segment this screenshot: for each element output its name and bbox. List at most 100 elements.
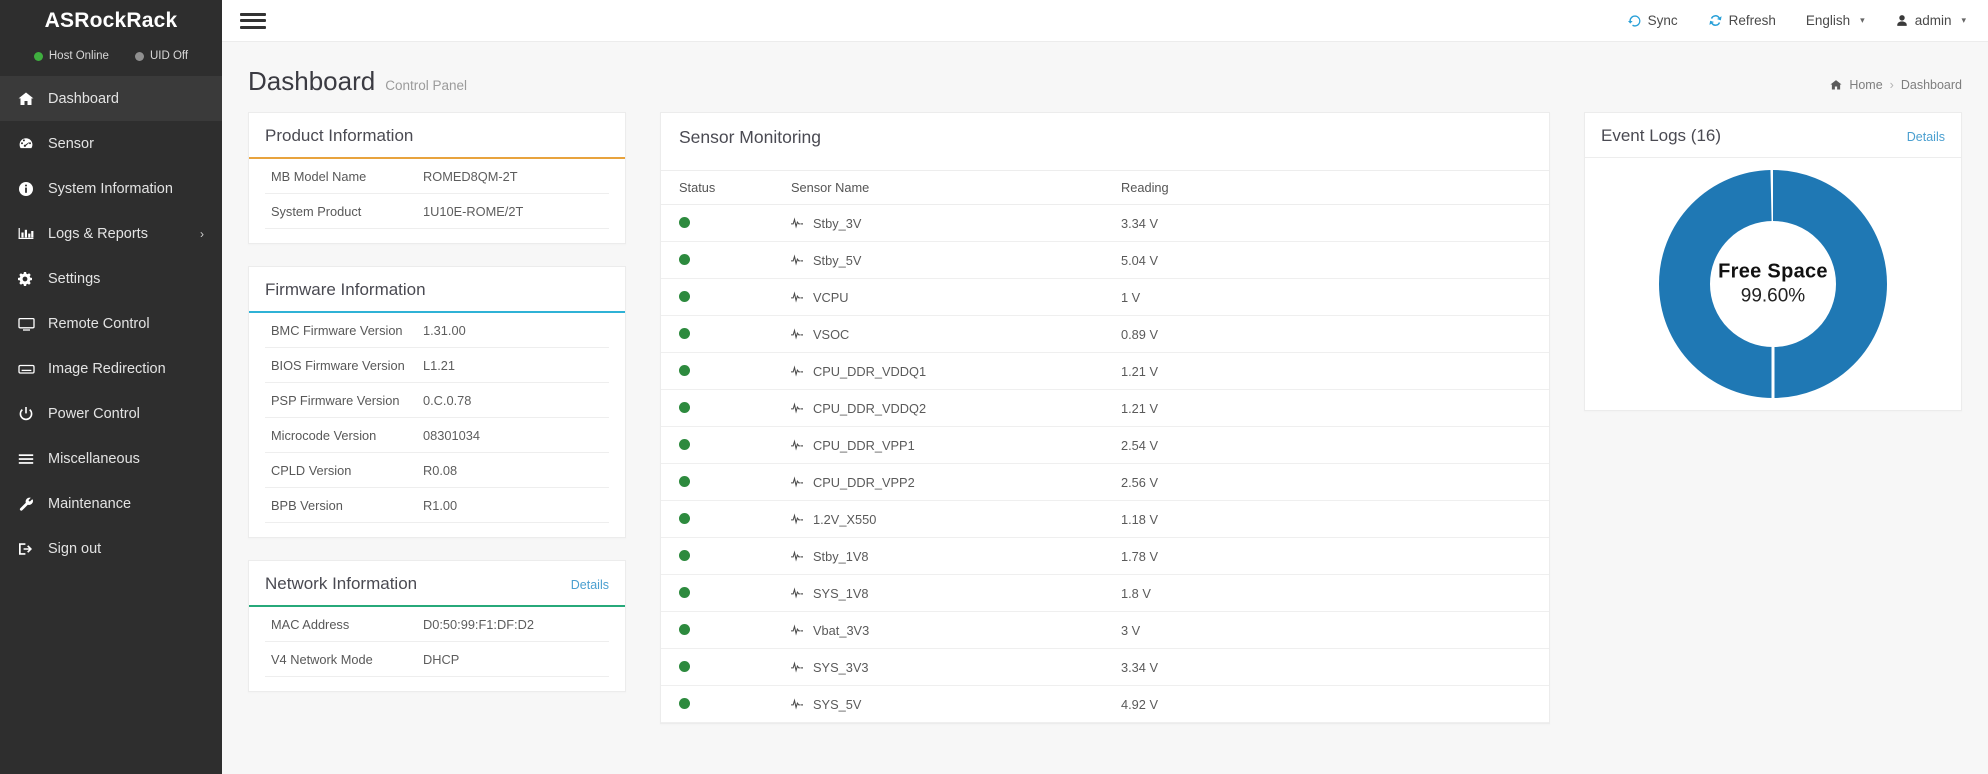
sensor-name-cell: Stby_1V8 <box>791 538 1121 575</box>
sensor-reading-label: 1.21 V <box>1121 401 1158 416</box>
sensor-name-wrap: Stby_5V <box>791 253 1121 268</box>
disk-icon <box>18 361 44 377</box>
table-row[interactable]: 1.2V_X5501.18 V <box>661 501 1549 538</box>
sidebar-item-dashboard[interactable]: Dashboard <box>0 76 222 121</box>
table-row[interactable]: Vbat_3V33 V <box>661 612 1549 649</box>
user-menu[interactable]: admin ▾ <box>1895 13 1966 28</box>
sensor-reading-cell: 1.21 V <box>1121 390 1549 427</box>
sensor-status-cell <box>661 538 791 575</box>
status-dot-icon <box>679 624 690 635</box>
product-information-header: Product Information <box>249 113 625 159</box>
sensor-status-cell <box>661 427 791 464</box>
network-details-link[interactable]: Details <box>571 578 609 592</box>
table-row: MB Model Name ROMED8QM-2T <box>265 159 609 194</box>
row-key: PSP Firmware Version <box>265 393 423 408</box>
sensor-reading-cell: 3.34 V <box>1121 649 1549 686</box>
row-key: BMC Firmware Version <box>265 323 423 338</box>
sensor-name-label: VSOC <box>813 327 849 342</box>
sensor-name-cell: Stby_3V <box>791 205 1121 242</box>
row-key: MAC Address <box>265 617 423 632</box>
table-row[interactable]: VSOC 0.89 V <box>661 316 1549 353</box>
sidebar-item-settings[interactable]: Settings <box>0 256 222 301</box>
table-row[interactable]: Stby_1V81.78 V <box>661 538 1549 575</box>
sidebar-item-miscellaneous[interactable]: Miscellaneous <box>0 436 222 481</box>
right-column: Event Logs (16) Details Free Space 99.60… <box>1584 112 1962 774</box>
sensor-name-cell: Stby_5V <box>791 242 1121 279</box>
sidebar-item-power-control[interactable]: Power Control <box>0 391 222 436</box>
sidebar-item-remote-control[interactable]: Remote Control <box>0 301 222 346</box>
status-dot-icon <box>679 476 690 487</box>
table-row[interactable]: CPU_DDR_VPP12.54 V <box>661 427 1549 464</box>
sensor-name-wrap: 1.2V_X550 <box>791 512 1121 527</box>
breadcrumb-home[interactable]: Home <box>1849 79 1882 92</box>
card-title: Sensor Monitoring <box>679 127 1531 148</box>
table-row: Microcode Version 08301034 <box>265 418 609 453</box>
table-row[interactable]: SYS_3V33.34 V <box>661 649 1549 686</box>
status-dot-icon <box>679 661 690 672</box>
column-header-reading: Reading <box>1121 171 1549 205</box>
table-row[interactable]: SYS_1V81.8 V <box>661 575 1549 612</box>
sensor-name-label: Stby_3V <box>813 216 861 231</box>
sensor-reading-cell: 0.89 V <box>1121 316 1549 353</box>
sidebar-item-system-information[interactable]: System Information <box>0 166 222 211</box>
middle-column: Sensor Monitoring Status Sensor Name Rea… <box>660 112 1550 774</box>
event-logs-details-link[interactable]: Details <box>1907 130 1945 144</box>
status-dot-green-icon <box>34 52 43 61</box>
main-content: Sync Refresh English ▾ admin ▾ <box>222 0 1988 774</box>
table-row[interactable]: Stby_5V5.04 V <box>661 242 1549 279</box>
sensor-reading-cell: 1.78 V <box>1121 538 1549 575</box>
sensor-reading-label: 4.92 V <box>1121 697 1158 712</box>
sensor-monitoring-header: Sensor Monitoring <box>661 113 1549 170</box>
language-dropdown[interactable]: English ▾ <box>1806 13 1865 28</box>
sensor-status-cell <box>661 575 791 612</box>
sidebar-item-image-redirection[interactable]: Image Redirection <box>0 346 222 391</box>
sensor-reading-cell: 1.18 V <box>1121 501 1549 538</box>
table-row[interactable]: CPU_DDR_VDDQ21.21 V <box>661 390 1549 427</box>
sync-button[interactable]: Sync <box>1628 13 1678 28</box>
sensor-name-wrap: Vbat_3V3 <box>791 623 1121 638</box>
left-column: Product Information MB Model Name ROMED8… <box>248 112 626 774</box>
sensor-name-wrap: CPU_DDR_VDDQ1 <box>791 364 1121 379</box>
table-row[interactable]: VCPU1 V <box>661 279 1549 316</box>
user-label: admin <box>1915 13 1952 28</box>
status-dot-icon <box>679 365 690 376</box>
table-row[interactable]: SYS_5V4.92 V <box>661 686 1549 723</box>
sensor-reading-cell: 4.92 V <box>1121 686 1549 723</box>
sensor-name-wrap: VSOC <box>791 327 1121 342</box>
breadcrumb-separator: › <box>1890 79 1894 92</box>
row-key: BPB Version <box>265 498 423 513</box>
sensor-name-cell: CPU_DDR_VDDQ2 <box>791 390 1121 427</box>
host-status-strip: Host Online UID Off <box>0 42 222 70</box>
sidebar-item-label: Sensor <box>48 136 94 152</box>
row-value: R0.08 <box>423 463 457 478</box>
sensor-reading-label: 1.18 V <box>1121 512 1158 527</box>
hamburger-menu-icon[interactable] <box>240 11 266 31</box>
sidebar-item-maintenance[interactable]: Maintenance <box>0 481 222 526</box>
user-icon <box>1895 14 1909 28</box>
uid-off-label: UID Off <box>150 50 188 62</box>
sidebar-item-label: Settings <box>48 271 100 287</box>
status-dot-icon <box>679 513 690 524</box>
sidebar-item-logs-reports[interactable]: Logs & Reports › <box>0 211 222 256</box>
sensor-status-cell <box>661 686 791 723</box>
sidebar-item-label: Logs & Reports <box>48 226 148 242</box>
status-dot-icon <box>679 254 690 265</box>
table-row[interactable]: CPU_DDR_VPP22.56 V <box>661 464 1549 501</box>
sensor-reading-cell: 3 V <box>1121 612 1549 649</box>
sensor-reading-label: 1.78 V <box>1121 549 1158 564</box>
sensor-name-cell: Vbat_3V3 <box>791 612 1121 649</box>
table-row[interactable]: CPU_DDR_VDDQ11.21 V <box>661 353 1549 390</box>
sensor-name-wrap: Stby_3V <box>791 216 1121 231</box>
card-title: Network Information <box>265 574 417 594</box>
wrench-icon <box>18 496 44 512</box>
table-row[interactable]: Stby_3V3.34 V <box>661 205 1549 242</box>
sidebar-item-sign-out[interactable]: Sign out <box>0 526 222 571</box>
status-dot-icon <box>679 550 690 561</box>
refresh-button[interactable]: Refresh <box>1708 13 1776 28</box>
sensor-name-wrap: CPU_DDR_VDDQ2 <box>791 401 1121 416</box>
sensor-status-cell <box>661 316 791 353</box>
sidebar-item-sensor[interactable]: Sensor <box>0 121 222 166</box>
topbar: Sync Refresh English ▾ admin ▾ <box>222 0 1988 42</box>
sensor-name-label: VCPU <box>813 290 849 305</box>
chevron-right-icon: › <box>200 227 204 241</box>
